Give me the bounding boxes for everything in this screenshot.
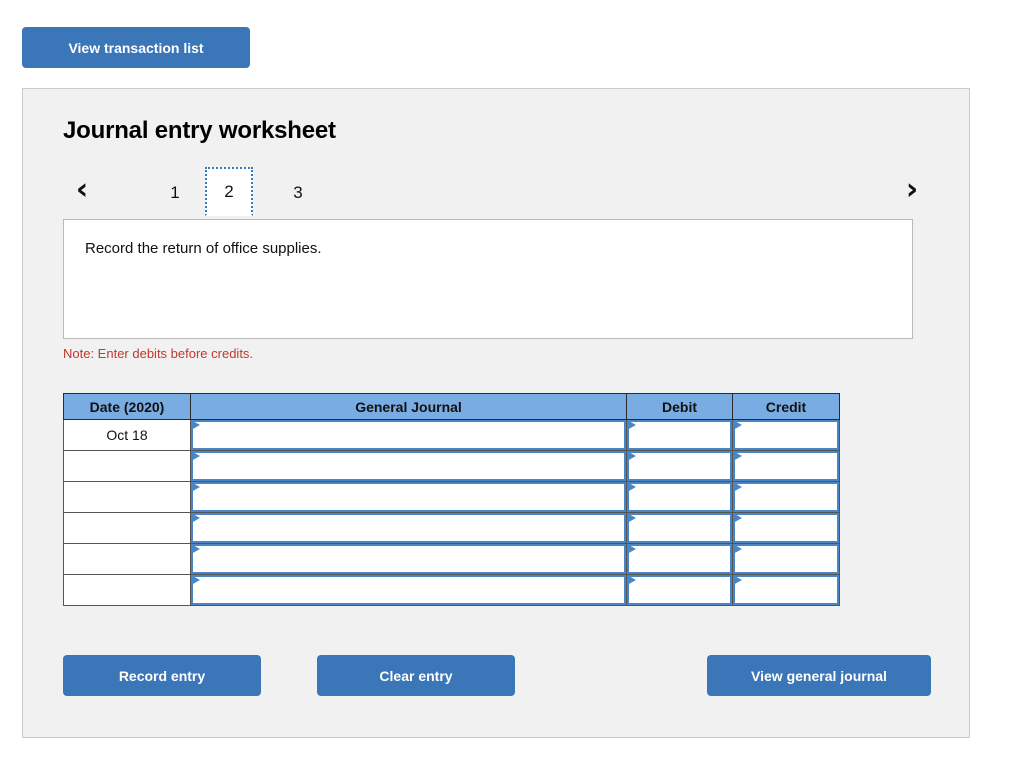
column-header-credit: Credit bbox=[732, 393, 840, 420]
general-journal-field[interactable] bbox=[191, 420, 626, 450]
debit-input-cell[interactable] bbox=[626, 450, 733, 482]
general-journal-input-cell[interactable] bbox=[190, 512, 627, 544]
credit-input-cell[interactable] bbox=[732, 543, 840, 575]
table-row bbox=[63, 543, 840, 575]
view-general-journal-button[interactable]: View general journal bbox=[707, 655, 931, 696]
transaction-description-text: Record the return of office supplies. bbox=[85, 240, 322, 257]
column-header-general-journal: General Journal bbox=[190, 393, 627, 420]
credit-input-cell[interactable] bbox=[732, 512, 840, 544]
credit-input-cell[interactable] bbox=[732, 481, 840, 513]
debit-field[interactable] bbox=[627, 544, 732, 574]
debit-field[interactable] bbox=[627, 451, 732, 481]
credit-input-cell[interactable] bbox=[732, 574, 840, 606]
general-journal-field[interactable] bbox=[191, 544, 626, 574]
general-journal-input-cell[interactable] bbox=[190, 419, 627, 451]
debit-field[interactable] bbox=[627, 513, 732, 543]
credit-input-cell[interactable] bbox=[732, 419, 840, 451]
debits-before-credits-note: Note: Enter debits before credits. bbox=[63, 346, 254, 361]
debit-input-cell[interactable] bbox=[626, 419, 733, 451]
date-cell[interactable] bbox=[63, 512, 191, 544]
credit-field[interactable] bbox=[733, 420, 839, 450]
general-journal-input-cell[interactable] bbox=[190, 574, 627, 606]
column-header-date: Date (2020) bbox=[63, 393, 191, 420]
debit-input-cell[interactable] bbox=[626, 512, 733, 544]
credit-field[interactable] bbox=[733, 451, 839, 481]
general-journal-field[interactable] bbox=[191, 451, 626, 481]
table-row: Oct 18 bbox=[63, 419, 840, 451]
debit-field[interactable] bbox=[627, 420, 732, 450]
debit-input-cell[interactable] bbox=[626, 481, 733, 513]
view-transaction-list-button[interactable]: View transaction list bbox=[22, 27, 250, 68]
transaction-description-box: Record the return of office supplies. bbox=[63, 219, 913, 339]
general-journal-field[interactable] bbox=[191, 575, 626, 605]
credit-field[interactable] bbox=[733, 575, 839, 605]
table-row bbox=[63, 450, 840, 482]
debit-field[interactable] bbox=[627, 482, 732, 512]
worksheet-pager: ‹ 1 2 3 › bbox=[63, 164, 931, 222]
app-root: View transaction list Journal entry work… bbox=[0, 0, 1024, 760]
pager-page-1[interactable]: 1 bbox=[151, 167, 199, 216]
page-title: Journal entry worksheet bbox=[63, 117, 336, 144]
general-journal-field[interactable] bbox=[191, 482, 626, 512]
credit-input-cell[interactable] bbox=[732, 450, 840, 482]
general-journal-field[interactable] bbox=[191, 513, 626, 543]
date-cell[interactable] bbox=[63, 574, 191, 606]
journal-entry-table: Date (2020) General Journal Debit Credit… bbox=[63, 393, 840, 606]
chevron-right-icon[interactable]: › bbox=[893, 164, 931, 216]
journal-entry-worksheet-panel: Journal entry worksheet ‹ 1 2 3 › Record… bbox=[22, 88, 970, 738]
column-header-debit: Debit bbox=[626, 393, 733, 420]
table-row bbox=[63, 481, 840, 513]
credit-field[interactable] bbox=[733, 513, 839, 543]
debit-field[interactable] bbox=[627, 575, 732, 605]
date-cell[interactable] bbox=[63, 481, 191, 513]
debit-input-cell[interactable] bbox=[626, 574, 733, 606]
general-journal-input-cell[interactable] bbox=[190, 543, 627, 575]
clear-entry-button[interactable]: Clear entry bbox=[317, 655, 515, 696]
chevron-left-icon[interactable]: ‹ bbox=[63, 164, 101, 216]
pager-page-3[interactable]: 3 bbox=[274, 167, 322, 216]
credit-field[interactable] bbox=[733, 482, 839, 512]
table-row bbox=[63, 574, 840, 606]
date-cell[interactable] bbox=[63, 543, 191, 575]
date-cell[interactable] bbox=[63, 450, 191, 482]
general-journal-input-cell[interactable] bbox=[190, 450, 627, 482]
pager-page-2[interactable]: 2 bbox=[205, 167, 253, 216]
table-row bbox=[63, 512, 840, 544]
credit-field[interactable] bbox=[733, 544, 839, 574]
date-cell[interactable]: Oct 18 bbox=[63, 419, 191, 451]
table-header-row: Date (2020) General Journal Debit Credit bbox=[63, 393, 840, 420]
general-journal-input-cell[interactable] bbox=[190, 481, 627, 513]
record-entry-button[interactable]: Record entry bbox=[63, 655, 261, 696]
debit-input-cell[interactable] bbox=[626, 543, 733, 575]
